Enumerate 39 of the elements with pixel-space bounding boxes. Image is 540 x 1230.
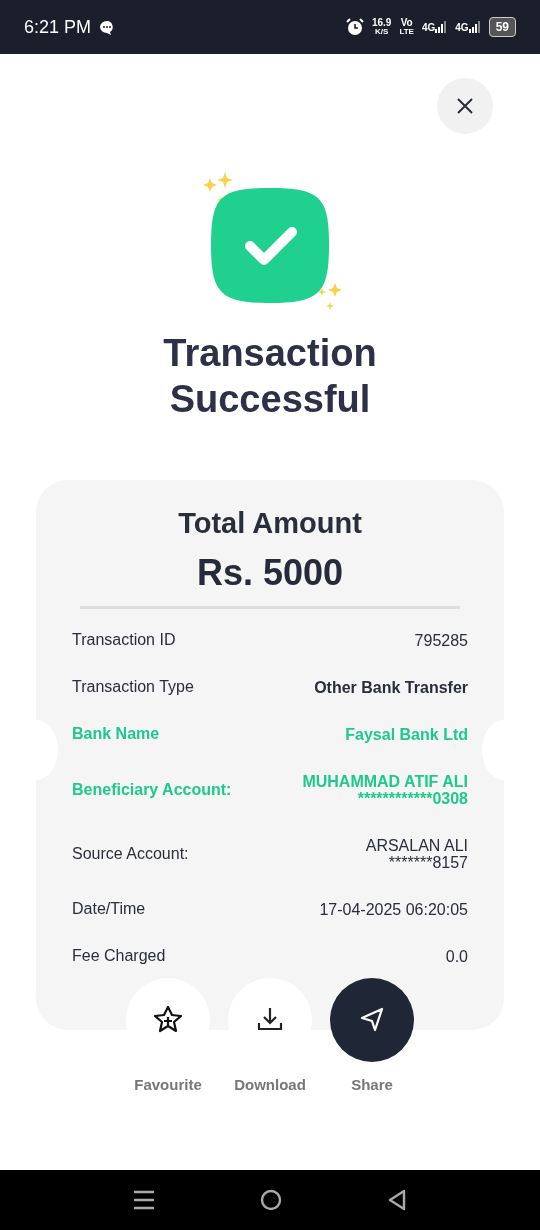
clock-time: 6:21 PM bbox=[24, 15, 92, 39]
detail-label: Bank Name bbox=[72, 724, 160, 744]
signal-icon bbox=[468, 21, 481, 33]
volte-label: Vo bbox=[399, 18, 414, 28]
success-title: Transaction Successful bbox=[162, 331, 378, 422]
speed-value: 16.9 bbox=[371, 18, 392, 28]
back-icon[interactable] bbox=[387, 1189, 407, 1211]
share-label[interactable]: Share bbox=[351, 1073, 393, 1096]
network-label: 4G bbox=[455, 23, 469, 33]
home-icon[interactable] bbox=[260, 1189, 282, 1211]
recent-apps-icon[interactable] bbox=[133, 1190, 155, 1210]
detail-value: ARSALAN ALI bbox=[365, 836, 468, 854]
detail-label: Transaction ID bbox=[72, 630, 176, 650]
network-label: 4G bbox=[421, 23, 436, 33]
amount-value: Rs. 5000 bbox=[195, 550, 345, 595]
close-icon bbox=[456, 97, 474, 115]
favourite-label[interactable]: Favourite bbox=[134, 1073, 202, 1096]
detail-value: Other Bank Transfer bbox=[314, 678, 468, 696]
detail-value: ************0308 bbox=[356, 789, 468, 807]
volte-label: LTE bbox=[399, 28, 414, 36]
battery-level: 59 bbox=[488, 17, 516, 37]
detail-value: Faysal Bank Ltd bbox=[345, 725, 468, 743]
detail-label: Beneficiary Account: bbox=[72, 779, 232, 800]
detail-label: Source Account: bbox=[72, 843, 189, 864]
detail-label: Fee Charged bbox=[72, 946, 166, 966]
detail-label: Transaction Type bbox=[72, 677, 194, 697]
alarm-icon bbox=[345, 18, 364, 36]
total-amount-heading: Total Amount bbox=[177, 506, 363, 541]
signal-icon bbox=[435, 21, 448, 33]
detail-label: Date/Time bbox=[72, 899, 146, 919]
detail-value: 0.0 bbox=[445, 947, 468, 965]
detail-value: 795285 bbox=[414, 631, 468, 649]
detail-value: 17-04-2025 06:20:05 bbox=[319, 900, 468, 918]
detail-value: *******8157 bbox=[387, 853, 468, 871]
detail-value: MUHAMMAD ATIF ALI bbox=[302, 772, 468, 790]
speed-unit: K/S bbox=[374, 28, 390, 36]
chat-bubble-icon bbox=[99, 19, 116, 35]
download-label[interactable]: Download bbox=[234, 1073, 306, 1096]
close-button[interactable] bbox=[437, 78, 493, 134]
